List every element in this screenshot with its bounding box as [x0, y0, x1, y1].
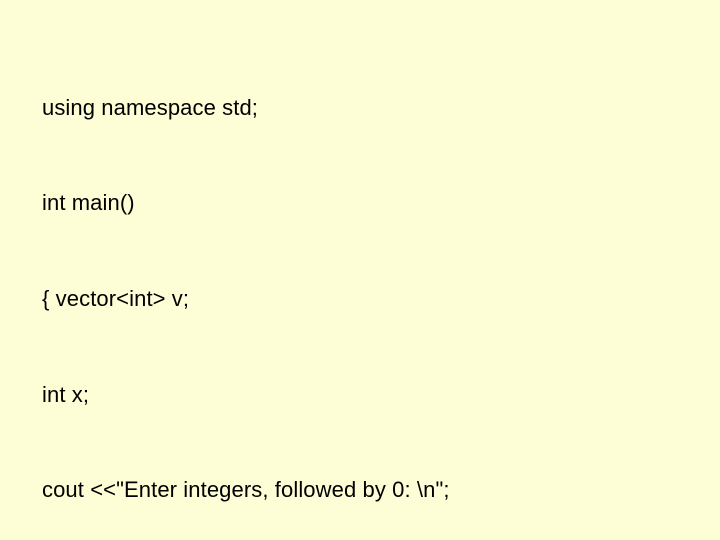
code-line: int main(): [42, 187, 720, 219]
slide: using namespace std; int main() { vector…: [0, 0, 720, 540]
code-line: int x;: [42, 379, 720, 411]
code-block: using namespace std; int main() { vector…: [42, 28, 720, 540]
code-line: cout <<"Enter integers, followed by 0: \…: [42, 474, 720, 506]
code-line: { vector<int> v;: [42, 283, 720, 315]
code-line: using namespace std;: [42, 92, 720, 124]
